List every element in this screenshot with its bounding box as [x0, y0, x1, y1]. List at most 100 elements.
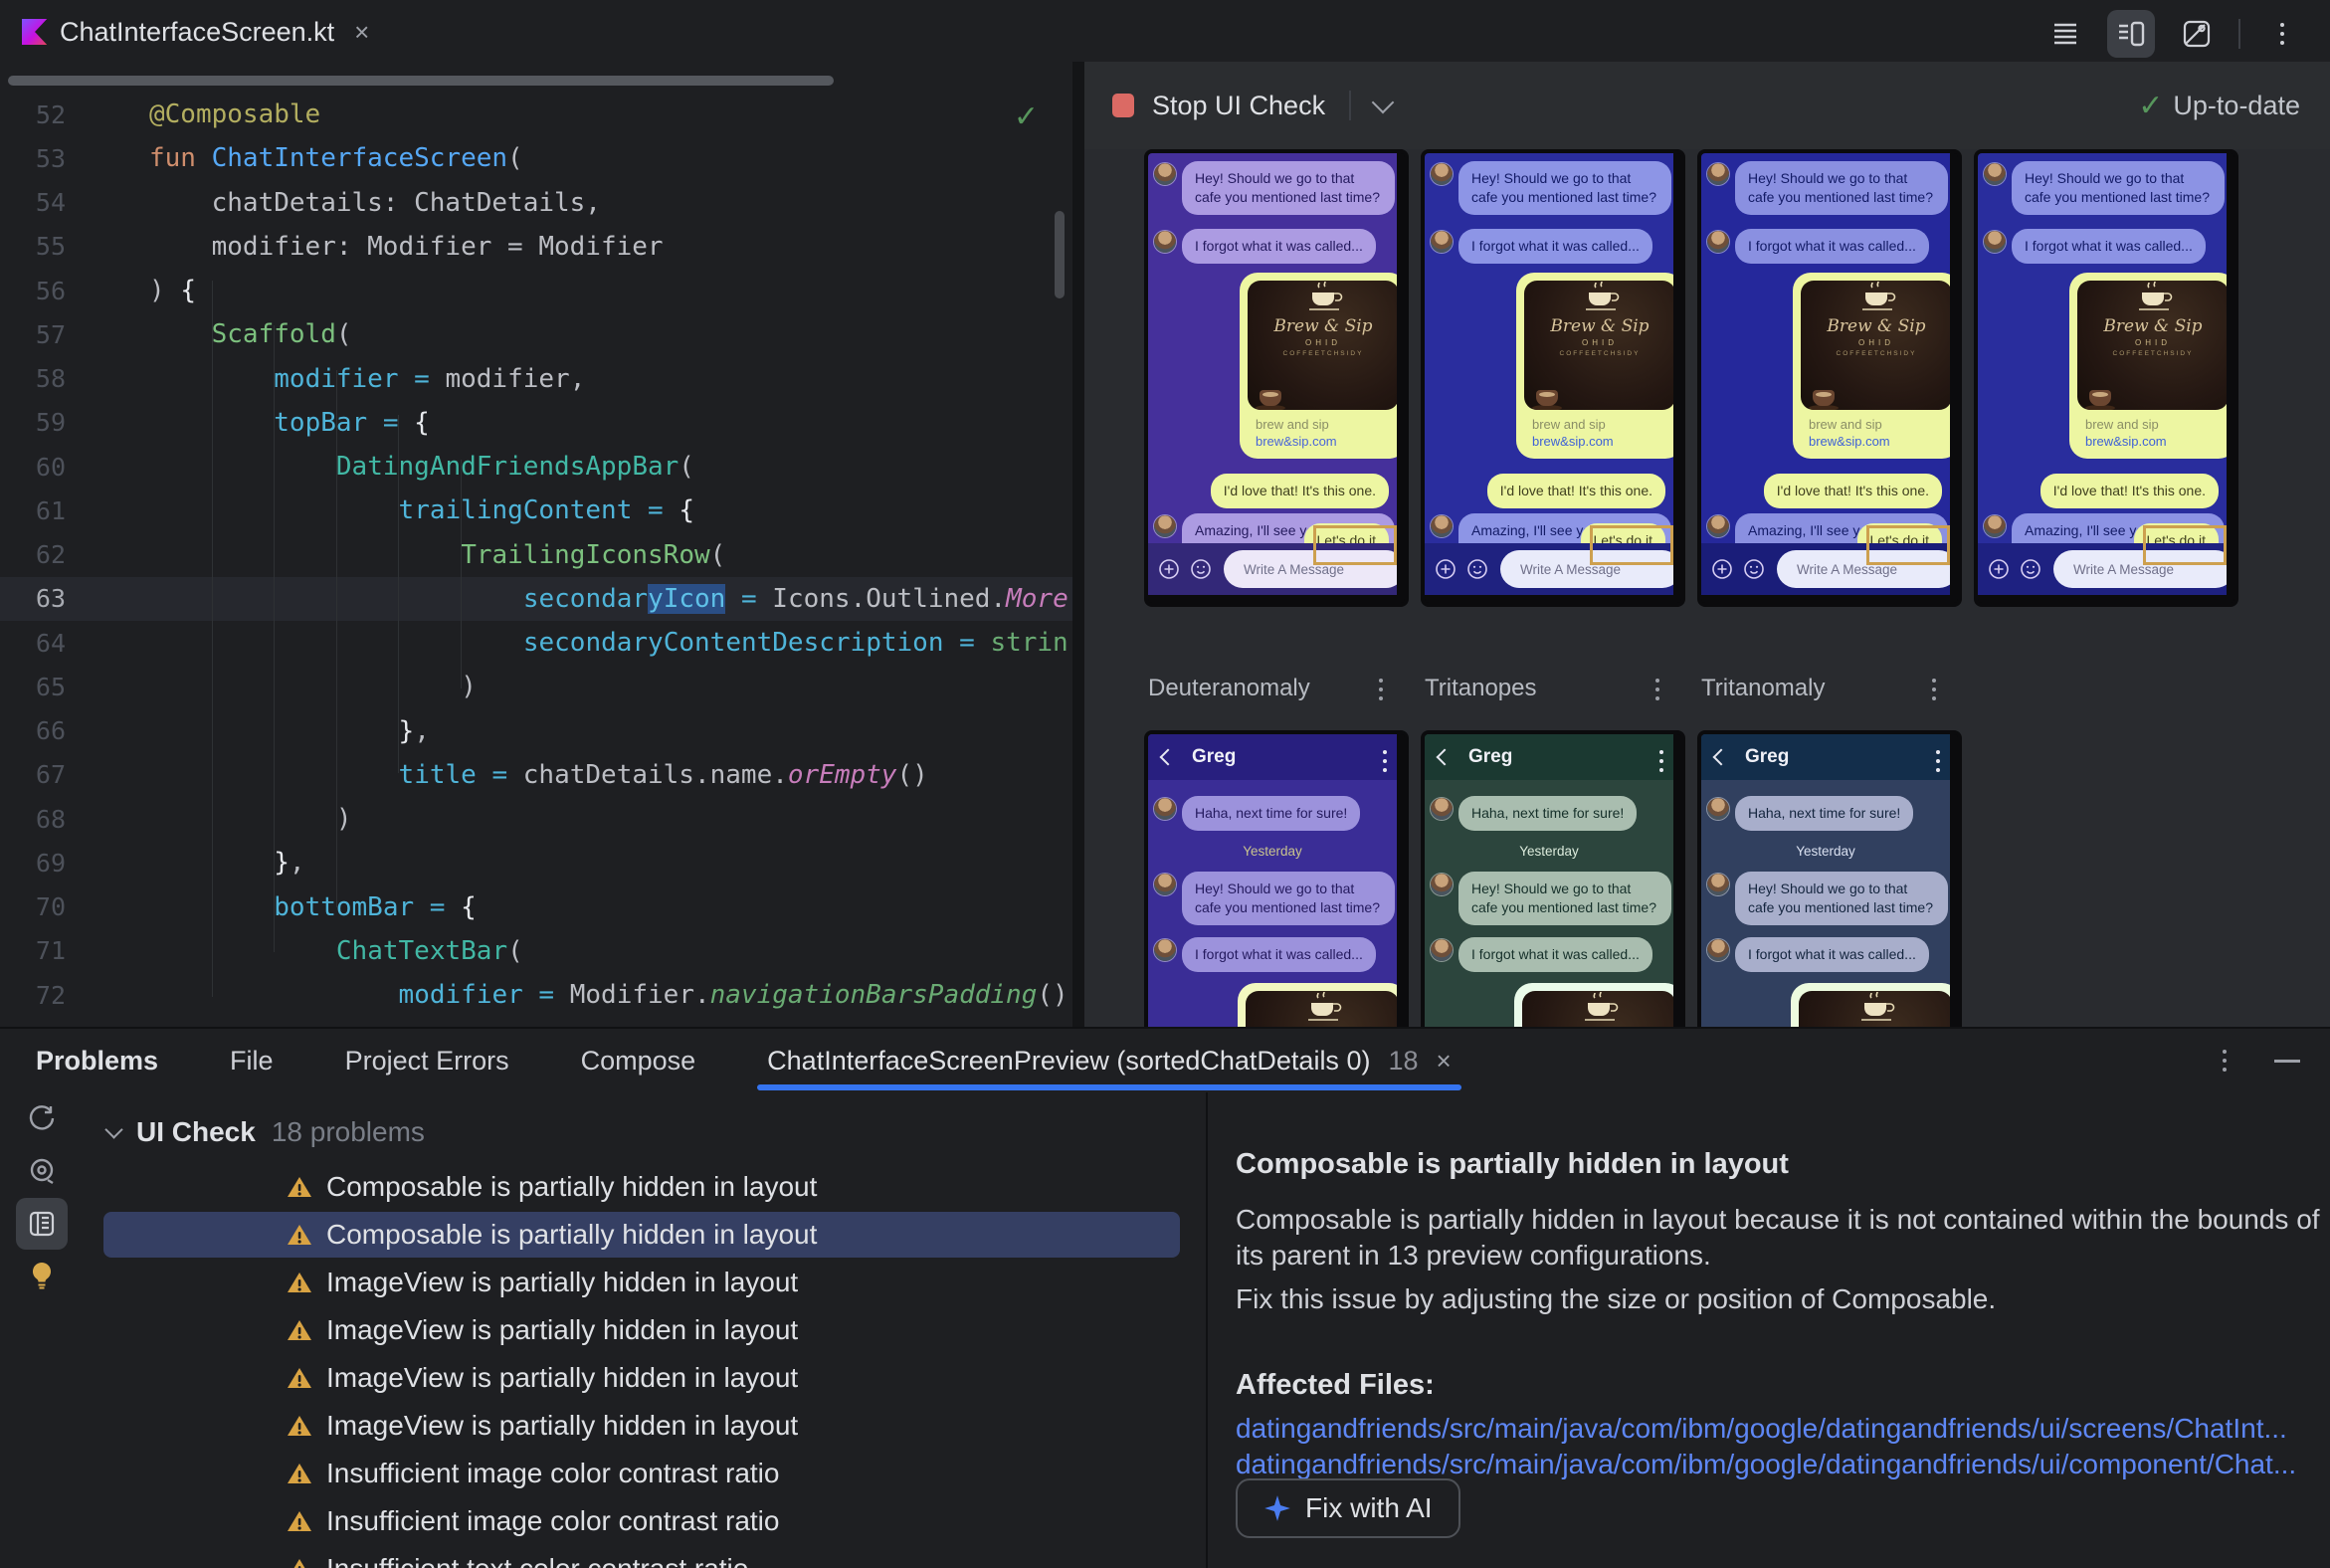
code-line[interactable]: 72 modifier = Modifier.navigationBarsPadd…: [0, 973, 1072, 1017]
card-site-link[interactable]: brew&sip.com: [1532, 434, 1673, 449]
preview-more-options-icon[interactable]: [1379, 677, 1383, 702]
editor-preview-splitter[interactable]: [1072, 62, 1084, 1027]
card-site-link[interactable]: brew&sip.com: [1256, 434, 1397, 449]
split-view-icon[interactable]: [2107, 10, 2155, 58]
tab-compose[interactable]: Compose: [581, 1046, 696, 1077]
add-icon[interactable]: [1711, 558, 1733, 580]
problem-item[interactable]: Insufficient text color contrast ratio: [103, 1546, 1180, 1568]
problems-group-header[interactable]: UI Check 18 problems: [104, 1116, 425, 1148]
emoji-icon[interactable]: [2020, 558, 2041, 580]
close-icon[interactable]: ×: [1437, 1046, 1452, 1077]
code-editor[interactable]: ✓ 52 @Composable 53 fun ChatInterfaceScreen…: [0, 62, 1072, 1027]
code-line[interactable]: 69},: [0, 841, 1072, 884]
back-icon[interactable]: [1712, 748, 1730, 766]
add-icon[interactable]: [1435, 558, 1456, 580]
file-tab[interactable]: ChatInterfaceScreen.kt ×: [22, 12, 369, 52]
phone-preview[interactable]: Hey! Should we go to that cafe you menti…: [1974, 149, 2238, 607]
phone-preview[interactable]: Greg Haha, next time for sure! Yesterday He…: [1421, 730, 1685, 1027]
avatar: [1154, 231, 1176, 253]
card-site-link[interactable]: brew&sip.com: [1809, 434, 1950, 449]
more-options-icon[interactable]: [2258, 10, 2306, 58]
card-site-link[interactable]: brew&sip.com: [2085, 434, 2227, 449]
emoji-icon[interactable]: [1466, 558, 1488, 580]
contact-name: Greg: [1745, 746, 1790, 767]
code-line[interactable]: 52 @Composable: [0, 93, 1072, 136]
lightbulb-icon[interactable]: [16, 1250, 68, 1301]
back-icon[interactable]: [1436, 748, 1454, 766]
chat-more-options-icon[interactable]: [1936, 748, 1940, 774]
code-line[interactable]: 64 secondaryContentDescription = strin: [0, 621, 1072, 665]
affected-file-link[interactable]: datingandfriends/src/main/java/com/ibm/g…: [1236, 1449, 2296, 1480]
code-view-icon[interactable]: [2041, 10, 2089, 58]
code-line[interactable]: 61 trailingContent = {: [0, 489, 1072, 532]
phone-preview[interactable]: Hey! Should we go to that cafe you menti…: [1421, 149, 1685, 607]
chevron-down-icon[interactable]: [1371, 91, 1395, 114]
problem-item[interactable]: ImageView is partially hidden in layout: [103, 1403, 1180, 1449]
design-view-icon[interactable]: [2173, 10, 2221, 58]
code-token: bottomBar =: [274, 891, 446, 922]
code-line[interactable]: 63 secondaryIcon = Icons.Outlined.More: [0, 576, 1072, 621]
problem-item[interactable]: ImageView is partially hidden in layout: [103, 1355, 1180, 1401]
code-line[interactable]: 56) {: [0, 269, 1072, 312]
minimize-icon[interactable]: [2274, 1059, 2300, 1063]
code-token: modifier =: [274, 363, 430, 394]
stop-ui-check-button[interactable]: Stop UI Check: [1152, 91, 1325, 121]
problem-item[interactable]: Composable is partially hidden in layout: [103, 1164, 1180, 1210]
code-line[interactable]: 73onAddClick = {}: [0, 1017, 1072, 1027]
phone-preview[interactable]: Hey! Should we go to that cafe you menti…: [1144, 149, 1409, 607]
refresh-icon[interactable]: [16, 1092, 68, 1144]
chat-more-options-icon[interactable]: [1659, 748, 1663, 774]
problem-item[interactable]: Insufficient image color contrast ratio: [103, 1451, 1180, 1496]
code-line[interactable]: 70 bottomBar = {: [0, 885, 1072, 929]
fix-with-ai-button[interactable]: Fix with AI: [1236, 1478, 1460, 1538]
code-line[interactable]: 55 modifier: Modifier = Modifier: [0, 225, 1072, 269]
phone-preview[interactable]: Hey! Should we go to that cafe you menti…: [1697, 149, 1962, 607]
close-icon[interactable]: ×: [354, 19, 369, 45]
add-icon[interactable]: [1988, 558, 2010, 580]
line-number: 55: [35, 232, 66, 262]
details-panel-icon[interactable]: [16, 1198, 68, 1250]
problem-item[interactable]: Composable is partially hidden in layout: [103, 1212, 1180, 1258]
add-icon[interactable]: [1158, 558, 1180, 580]
code-line[interactable]: 62 TrailingIconsRow(: [0, 533, 1072, 577]
fix-with-ai-label: Fix with AI: [1305, 1492, 1433, 1523]
date-divider: Yesterday: [1796, 844, 1855, 859]
code-line[interactable]: 58 modifier = modifier,: [0, 357, 1072, 401]
link-preview-card: Brew & Sip OHID COFFEETCHSIDY brew and sip b…: [1793, 273, 1950, 459]
code-line[interactable]: 60 DatingAndFriendsAppBar(: [0, 445, 1072, 489]
affected-file-link[interactable]: datingandfriends/src/main/java/com/ibm/g…: [1236, 1413, 2287, 1445]
problem-item[interactable]: ImageView is partially hidden in layout: [103, 1307, 1180, 1353]
warning-icon: [195, 1318, 312, 1342]
tab-ui-check-preview[interactable]: ChatInterfaceScreenPreview (sortedChatDe…: [757, 1029, 1461, 1092]
code-line[interactable]: 68): [0, 797, 1072, 841]
tab-file[interactable]: File: [230, 1046, 274, 1077]
tool-window-title[interactable]: Problems: [36, 1046, 158, 1077]
link-preview-card: Brew & SipOHIDCOFFEETCHSIDY: [1238, 983, 1397, 1027]
emoji-icon[interactable]: [1743, 558, 1765, 580]
tab-project-errors[interactable]: Project Errors: [345, 1046, 509, 1077]
preview-more-options-icon[interactable]: [1932, 677, 1936, 702]
chevron-down-icon[interactable]: [104, 1119, 123, 1139]
code-line[interactable]: 54 chatDetails: ChatDetails,: [0, 181, 1072, 225]
problem-item[interactable]: ImageView is partially hidden in layout: [103, 1260, 1180, 1305]
back-icon[interactable]: [1159, 748, 1177, 766]
code-line[interactable]: 65): [0, 665, 1072, 708]
horizontal-scrollbar[interactable]: [8, 76, 834, 86]
code-line[interactable]: 57 Scaffold(: [0, 312, 1072, 356]
phone-preview[interactable]: Greg Haha, next time for sure! Yesterday He…: [1697, 730, 1962, 1027]
code-line[interactable]: 66},: [0, 709, 1072, 753]
preview-eye-icon[interactable]: [16, 1144, 68, 1196]
code-line[interactable]: 67 title = chatDetails.name.orEmpty(): [0, 753, 1072, 797]
chat-bubble-incoming: Hey! Should we go to that cafe you menti…: [1458, 872, 1671, 925]
preview-more-options-icon[interactable]: [1655, 677, 1659, 702]
vertical-scrollbar[interactable]: [1055, 211, 1065, 298]
code-line[interactable]: 71 ChatTextBar(: [0, 929, 1072, 973]
code-line[interactable]: 53 fun ChatInterfaceScreen(: [0, 136, 1072, 180]
line-number: 65: [35, 672, 66, 701]
more-options-icon[interactable]: [2223, 1048, 2227, 1074]
phone-preview[interactable]: Greg Haha, next time for sure! Yesterday He…: [1144, 730, 1409, 1027]
code-line[interactable]: 59 topBar = {: [0, 401, 1072, 445]
problem-item[interactable]: Insufficient image color contrast ratio: [103, 1498, 1180, 1544]
emoji-icon[interactable]: [1190, 558, 1212, 580]
chat-more-options-icon[interactable]: [1383, 748, 1387, 774]
